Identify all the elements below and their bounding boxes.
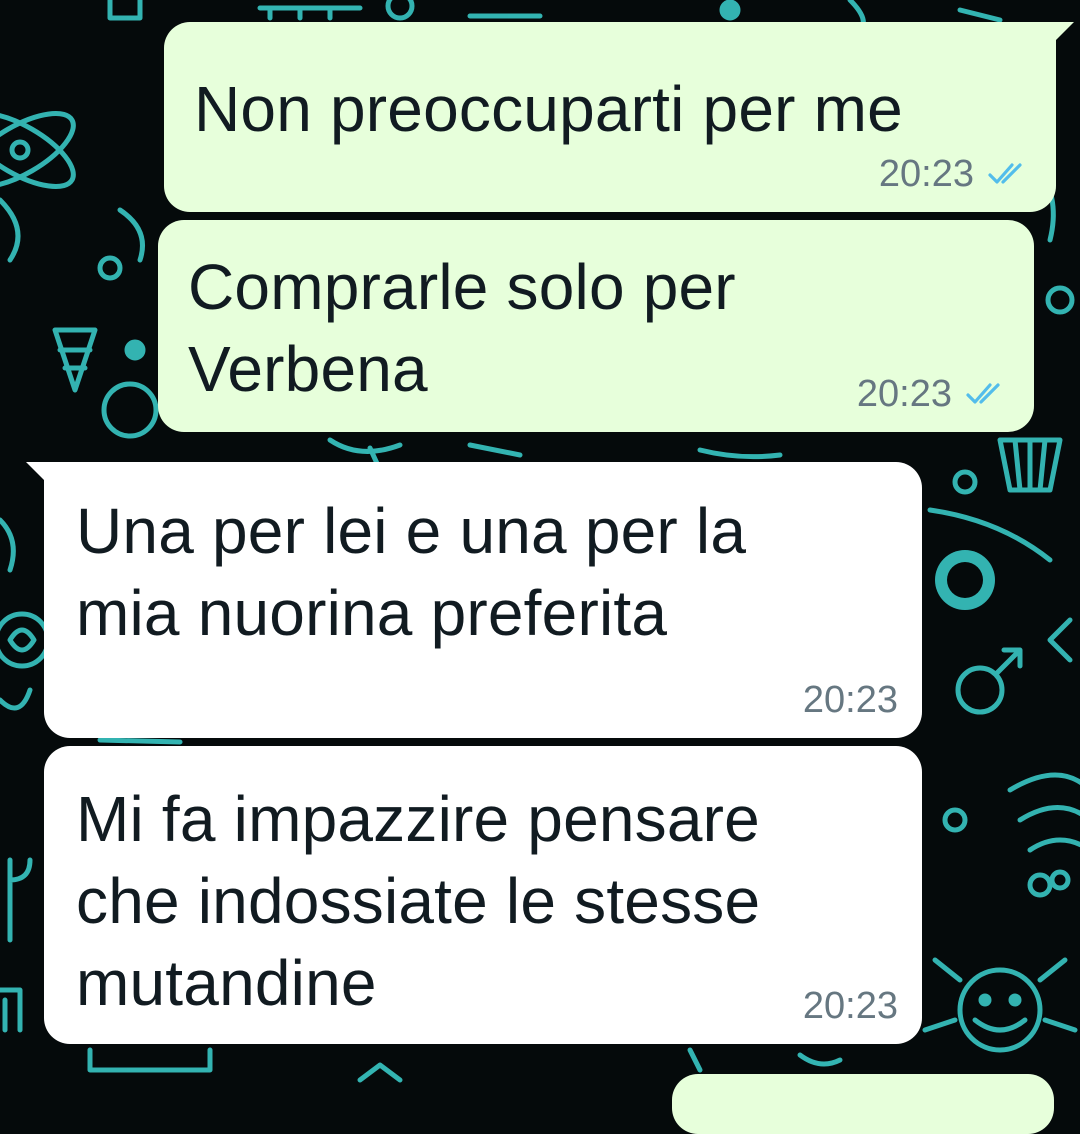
message-time: 20:23 [856,373,952,415]
outgoing-message[interactable]: Non preoccuparti per me 20:23 [164,22,1074,212]
double-check-icon [988,163,1022,184]
message-meta: 20:23 [803,984,898,1028]
outgoing-message[interactable]: Comprarle solo per Verbena 20:23 [158,220,1034,432]
outgoing-message-partial[interactable] [672,1074,1054,1134]
message-meta: 20:23 [857,372,1010,416]
message-text: Mi fa impazzire pensare che indossiate l… [76,783,761,1019]
message-text: Una per lei e una per la mia nuorina pre… [76,495,747,649]
message-time: 20:23 [802,679,898,721]
bubble-tail [1052,22,1074,44]
incoming-message[interactable]: Una per lei e una per la mia nuorina pre… [26,462,922,738]
double-check-icon [966,383,1000,404]
message-time: 20:23 [802,985,898,1027]
message-text: Non preoccuparti per me [194,73,903,145]
github-doodle [935,550,995,610]
male-sign-doodle [955,647,1023,715]
atom-doodle [0,111,76,189]
message-time: 20:23 [878,153,974,195]
bubble-tail [26,462,48,484]
message-meta: 20:23 [879,152,1032,196]
message-meta: 20:23 [803,678,898,722]
wifi-doodle [1007,772,1080,891]
incoming-message[interactable]: Mi fa impazzire pensare che indossiate l… [44,746,922,1044]
bug-doodle [922,957,1078,1053]
message-text: Comprarle solo per Verbena [188,251,736,405]
flower-doodle [0,611,51,711]
